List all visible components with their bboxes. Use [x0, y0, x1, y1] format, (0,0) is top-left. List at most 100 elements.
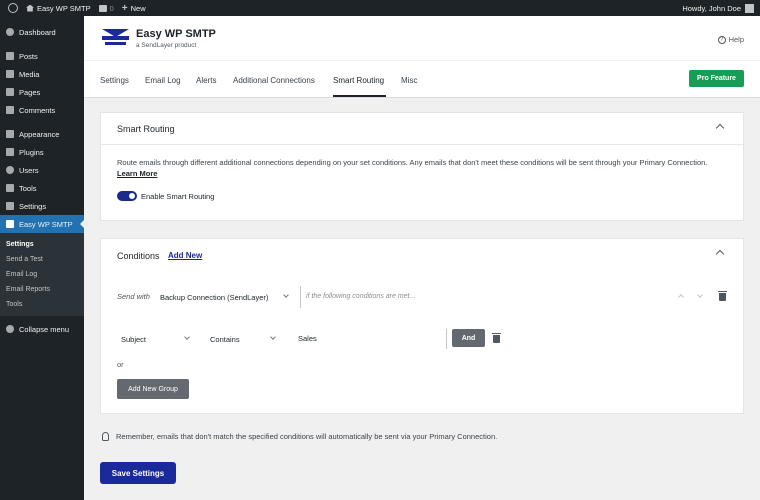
dashboard-icon: [6, 28, 14, 36]
collapse-menu-button[interactable]: Collapse menu: [0, 320, 84, 338]
help-link[interactable]: ? Help: [717, 35, 744, 44]
submenu-item-email-log[interactable]: Email Log: [0, 267, 84, 282]
sidebar-item-label: Plugins: [19, 147, 44, 157]
tab-settings[interactable]: Settings: [100, 76, 129, 85]
sidebar-item-tools[interactable]: Tools: [0, 179, 84, 197]
sidebar-item-label: Dashboard: [19, 27, 56, 37]
and-condition-button[interactable]: And: [452, 329, 485, 347]
condition-operator-select[interactable]: Contains: [210, 334, 280, 344]
chevron-up-icon[interactable]: [715, 249, 725, 259]
active-tab-underline: [333, 95, 386, 97]
sidebar-item-pages[interactable]: Pages: [0, 83, 84, 101]
sidebar-item-settings[interactable]: Settings: [0, 197, 84, 215]
tab-smart-routing[interactable]: Smart Routing: [333, 76, 384, 85]
sidebar-item-posts[interactable]: Posts: [0, 47, 84, 65]
media-icon: [6, 70, 14, 78]
avatar: [745, 3, 754, 13]
site-name: Easy WP SMTP: [37, 3, 91, 13]
delete-group-icon[interactable]: [718, 291, 727, 301]
plus-icon: +: [121, 2, 128, 14]
or-separator: or: [117, 360, 124, 369]
wordpress-logo-icon: [8, 3, 18, 13]
plugin-title: Easy WP SMTP: [136, 28, 216, 40]
submenu-item-tools[interactable]: Tools: [0, 297, 84, 312]
condition-field-select[interactable]: Subject: [121, 334, 193, 344]
submenu-item-settings[interactable]: Settings: [0, 237, 84, 252]
comments-link[interactable]: 0: [98, 3, 114, 13]
sidebar-item-label: Appearance: [19, 129, 60, 139]
condition-field-value: Subject: [121, 334, 147, 344]
tab-alerts[interactable]: Alerts: [196, 76, 216, 85]
enable-smart-routing-label: Enable Smart Routing: [141, 192, 215, 201]
submenu-item-email-reports[interactable]: Email Reports: [0, 282, 84, 297]
wordpress-logo-item[interactable]: [8, 3, 18, 13]
pages-icon: [6, 88, 14, 96]
submenu-item-send-test[interactable]: Send a Test: [0, 252, 84, 267]
send-with-label: Send with: [117, 292, 150, 301]
smart-routing-title: Smart Routing: [117, 124, 175, 134]
sidebar-item-label: Settings: [19, 201, 47, 211]
pro-feature-button[interactable]: Pro Feature: [689, 70, 744, 87]
conditions-card: Conditions Add New Send with Backup Conn…: [100, 238, 744, 414]
chevron-up-icon[interactable]: [715, 123, 725, 133]
sidebar-item-dashboard[interactable]: Dashboard: [0, 23, 84, 41]
sidebar-item-plugins[interactable]: Plugins: [0, 143, 84, 161]
plugin-header: Easy WP SMTP a SendLayer product ? Help: [84, 16, 760, 60]
new-content-link[interactable]: + New: [122, 3, 146, 14]
lightbulb-icon: [102, 432, 109, 441]
account-menu[interactable]: Howdy, John Doe: [682, 3, 754, 13]
wrench-icon: [6, 184, 14, 192]
conditions-intro-text: if the following conditions are met...: [306, 293, 416, 300]
site-name-link[interactable]: Easy WP SMTP: [26, 4, 91, 13]
admin-sidebar: Dashboard Posts Media Pages Comments App…: [0, 16, 84, 500]
settings-tabs: Settings Email Log Alerts Additional Con…: [84, 60, 760, 98]
condition-value-input[interactable]: Sales: [298, 334, 317, 343]
add-new-group-button[interactable]: Add New Group: [117, 379, 189, 399]
sidebar-item-label: Pages: [19, 87, 41, 97]
brush-icon: [6, 130, 14, 138]
smart-routing-card-header[interactable]: Smart Routing: [101, 113, 743, 145]
sidebar-item-label: Media: [19, 69, 40, 79]
smart-routing-description: Route emails through different additiona…: [117, 158, 708, 178]
save-settings-button[interactable]: Save Settings: [100, 462, 176, 484]
easy-wp-smtp-logo-icon: [102, 29, 129, 45]
sidebar-item-comments[interactable]: Comments: [0, 101, 84, 119]
home-icon: [26, 4, 34, 12]
help-label: Help: [728, 35, 744, 44]
help-icon: ?: [717, 35, 726, 44]
connection-select[interactable]: Backup Connection (SendLayer): [160, 292, 295, 302]
settings-icon: [6, 202, 14, 210]
sidebar-item-label: Easy WP SMTP: [19, 219, 73, 229]
pin-icon: [6, 52, 14, 60]
comments-icon: [6, 106, 14, 114]
condition-operator-value: Contains: [210, 334, 240, 344]
sidebar-item-label: Comments: [19, 105, 56, 115]
chevron-down-icon: [283, 292, 289, 298]
sidebar-item-users[interactable]: Users: [0, 161, 84, 179]
tab-misc[interactable]: Misc: [401, 76, 417, 85]
conditions-title: Conditions: [117, 251, 160, 261]
delete-condition-icon[interactable]: [492, 333, 501, 343]
sidebar-item-label: Tools: [19, 183, 37, 193]
comments-count: 0: [109, 3, 114, 13]
sidebar-item-label: Posts: [19, 51, 38, 61]
add-new-condition-link[interactable]: Add New: [168, 251, 202, 260]
move-up-icon[interactable]: [678, 294, 684, 300]
enable-smart-routing-toggle[interactable]: [117, 191, 137, 201]
reminder-note: Remember, emails that don't match the sp…: [102, 432, 497, 441]
admin-bar: Easy WP SMTP 0 + New Howdy, John Doe: [0, 0, 760, 16]
collapse-icon: [6, 325, 14, 333]
conditions-card-header[interactable]: Conditions Add New: [101, 239, 743, 271]
learn-more-link[interactable]: Learn More: [117, 169, 157, 178]
plugin-subtitle: a SendLayer product: [136, 42, 197, 49]
tab-additional-connections[interactable]: Additional Connections: [233, 76, 315, 85]
smart-routing-card: Smart Routing Route emails through diffe…: [100, 112, 744, 221]
divider: [446, 329, 447, 349]
sidebar-item-media[interactable]: Media: [0, 65, 84, 83]
connection-select-value: Backup Connection (SendLayer): [160, 292, 269, 302]
users-icon: [6, 166, 14, 174]
move-down-icon[interactable]: [697, 292, 703, 298]
tab-email-log[interactable]: Email Log: [145, 76, 181, 85]
sidebar-item-easy-wp-smtp[interactable]: Easy WP SMTP: [0, 215, 84, 233]
sidebar-item-appearance[interactable]: Appearance: [0, 125, 84, 143]
